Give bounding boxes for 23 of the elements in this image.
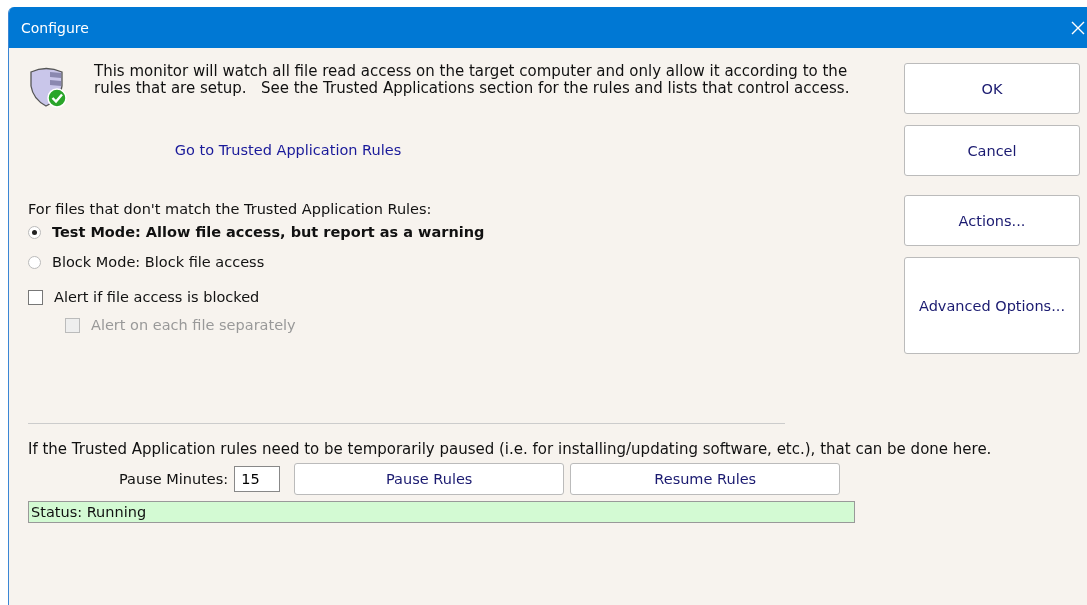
pause-note-text: If the Trusted Application rules need to be temporarily paused (i.e. for installing/updating software, etc.), that can be done here. bbox=[28, 440, 993, 459]
status-bar: Status: Running bbox=[28, 501, 855, 523]
radio-label: Block Mode: Block file access bbox=[52, 254, 265, 270]
mode-label: For files that don't match the Trusted Application Rules: bbox=[28, 201, 433, 217]
checkbox[interactable] bbox=[28, 289, 43, 305]
shield-check-icon bbox=[28, 66, 68, 108]
dialog-button[interactable]: Advanced Options... bbox=[904, 257, 1080, 354]
radio-label: Test Mode: Allow file access, but report as a warning bbox=[52, 224, 485, 240]
pause-action-button[interactable]: Resume Rules bbox=[570, 463, 841, 495]
radio-button[interactable] bbox=[28, 255, 41, 269]
dialog-button[interactable]: OK bbox=[904, 63, 1080, 114]
dialog-button[interactable]: Actions... bbox=[904, 195, 1080, 246]
checkbox-label: Alert on each file separately bbox=[91, 317, 296, 333]
window-title: Configure bbox=[21, 19, 89, 36]
radio-button[interactable] bbox=[28, 225, 41, 239]
pause-minutes-label: Pause Minutes: bbox=[119, 471, 229, 487]
pause-action-button[interactable]: Pause Rules bbox=[294, 463, 565, 495]
dialog-button[interactable]: Cancel bbox=[904, 125, 1080, 176]
checkbox-label: Alert if file access is blocked bbox=[54, 289, 260, 305]
close-icon[interactable] bbox=[1071, 20, 1085, 35]
trusted-rules-link[interactable]: Go to Trusted Application Rules bbox=[174, 142, 402, 158]
pause-minutes-field[interactable]: 15 bbox=[234, 466, 281, 492]
description-text: This monitor will watch all file read access on the target computer and only allow it according to the rules that are setup. See the Trusted Applications section for the rules and lists that control access. bbox=[94, 63, 851, 97]
